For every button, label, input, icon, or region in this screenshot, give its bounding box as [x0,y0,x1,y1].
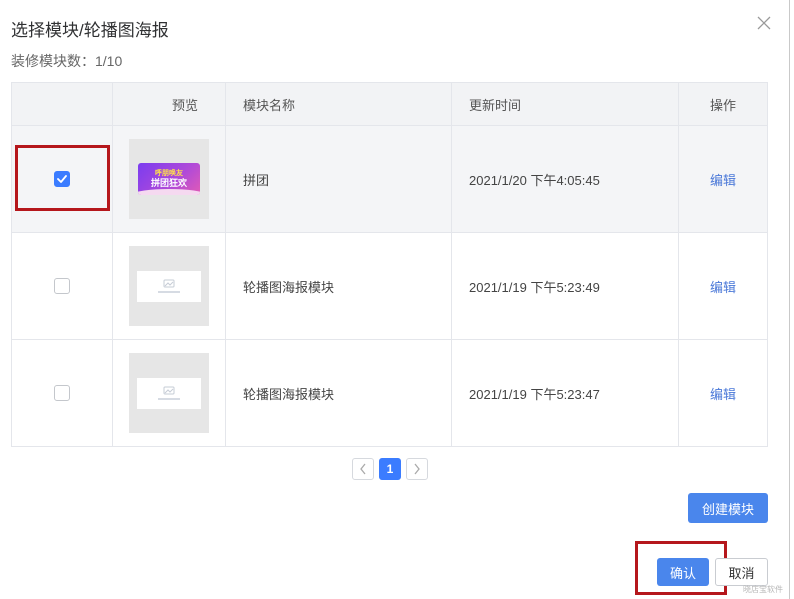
close-icon[interactable] [755,14,773,32]
edit-link[interactable]: 编辑 [710,170,736,189]
module-name: 拼团 [226,126,452,232]
row-checkbox[interactable] [54,385,70,401]
row-checkbox[interactable] [54,278,70,294]
placeholder-image-icon [137,270,201,302]
banner-line-2: 拼团狂欢 [150,178,187,188]
preview-thumbnail [129,353,209,433]
chevron-left-icon [360,463,366,475]
header-check [12,83,113,125]
table-row[interactable]: 轮播图海报模块 2021/1/19 下午5:23:49 编辑 [12,233,767,340]
edit-link[interactable]: 编辑 [710,384,736,403]
row-checkbox[interactable] [54,171,70,187]
table-row[interactable]: 呼朋唤友 拼团狂欢 拼团 2021/1/20 下午4:05:45 编辑 [12,126,767,233]
watermark-text: 晓店宝软件 [743,585,783,594]
create-module-button[interactable]: 创建模块 [688,493,768,523]
pagination: 1 [352,458,428,480]
chevron-right-icon [414,463,420,475]
module-name: 轮播图海报模块 [226,340,452,446]
placeholder-image-icon [137,377,201,409]
header-preview: 预览 [113,83,226,125]
preview-thumbnail: 呼朋唤友 拼团狂欢 [129,139,209,219]
prev-page-button[interactable] [352,458,374,480]
table-row[interactable]: 轮播图海报模块 2021/1/19 下午5:23:47 编辑 [12,340,767,447]
dialog-title: 选择模块/轮播图海报 [11,21,169,40]
update-time: 2021/1/20 下午4:05:45 [452,126,679,232]
select-module-dialog: 选择模块/轮播图海报 装修模块数：1/10 预览 模块名称 更新时间 操作 呼朋… [0,0,790,599]
module-table: 预览 模块名称 更新时间 操作 呼朋唤友 拼团狂欢 拼团 2021/1/20 下… [11,82,768,447]
banner-line-1: 呼朋唤友 [155,170,183,177]
next-page-button[interactable] [406,458,428,480]
table-header: 预览 模块名称 更新时间 操作 [12,83,767,126]
preview-thumbnail [129,246,209,326]
module-name: 轮播图海报模块 [226,233,452,339]
edit-link[interactable]: 编辑 [710,277,736,296]
cancel-button[interactable]: 取消 [715,558,768,586]
module-count: 装修模块数：1/10 [11,53,123,69]
update-time: 2021/1/19 下午5:23:49 [452,233,679,339]
header-action: 操作 [709,97,736,113]
update-time: 2021/1/19 下午5:23:47 [452,340,679,446]
header-updated: 更新时间 [452,83,679,125]
page-button[interactable]: 1 [379,458,401,480]
confirm-button[interactable]: 确认 [657,558,709,586]
header-name: 模块名称 [226,83,452,125]
check-icon [57,175,67,183]
group-buy-banner-image: 呼朋唤友 拼团狂欢 [138,163,200,195]
